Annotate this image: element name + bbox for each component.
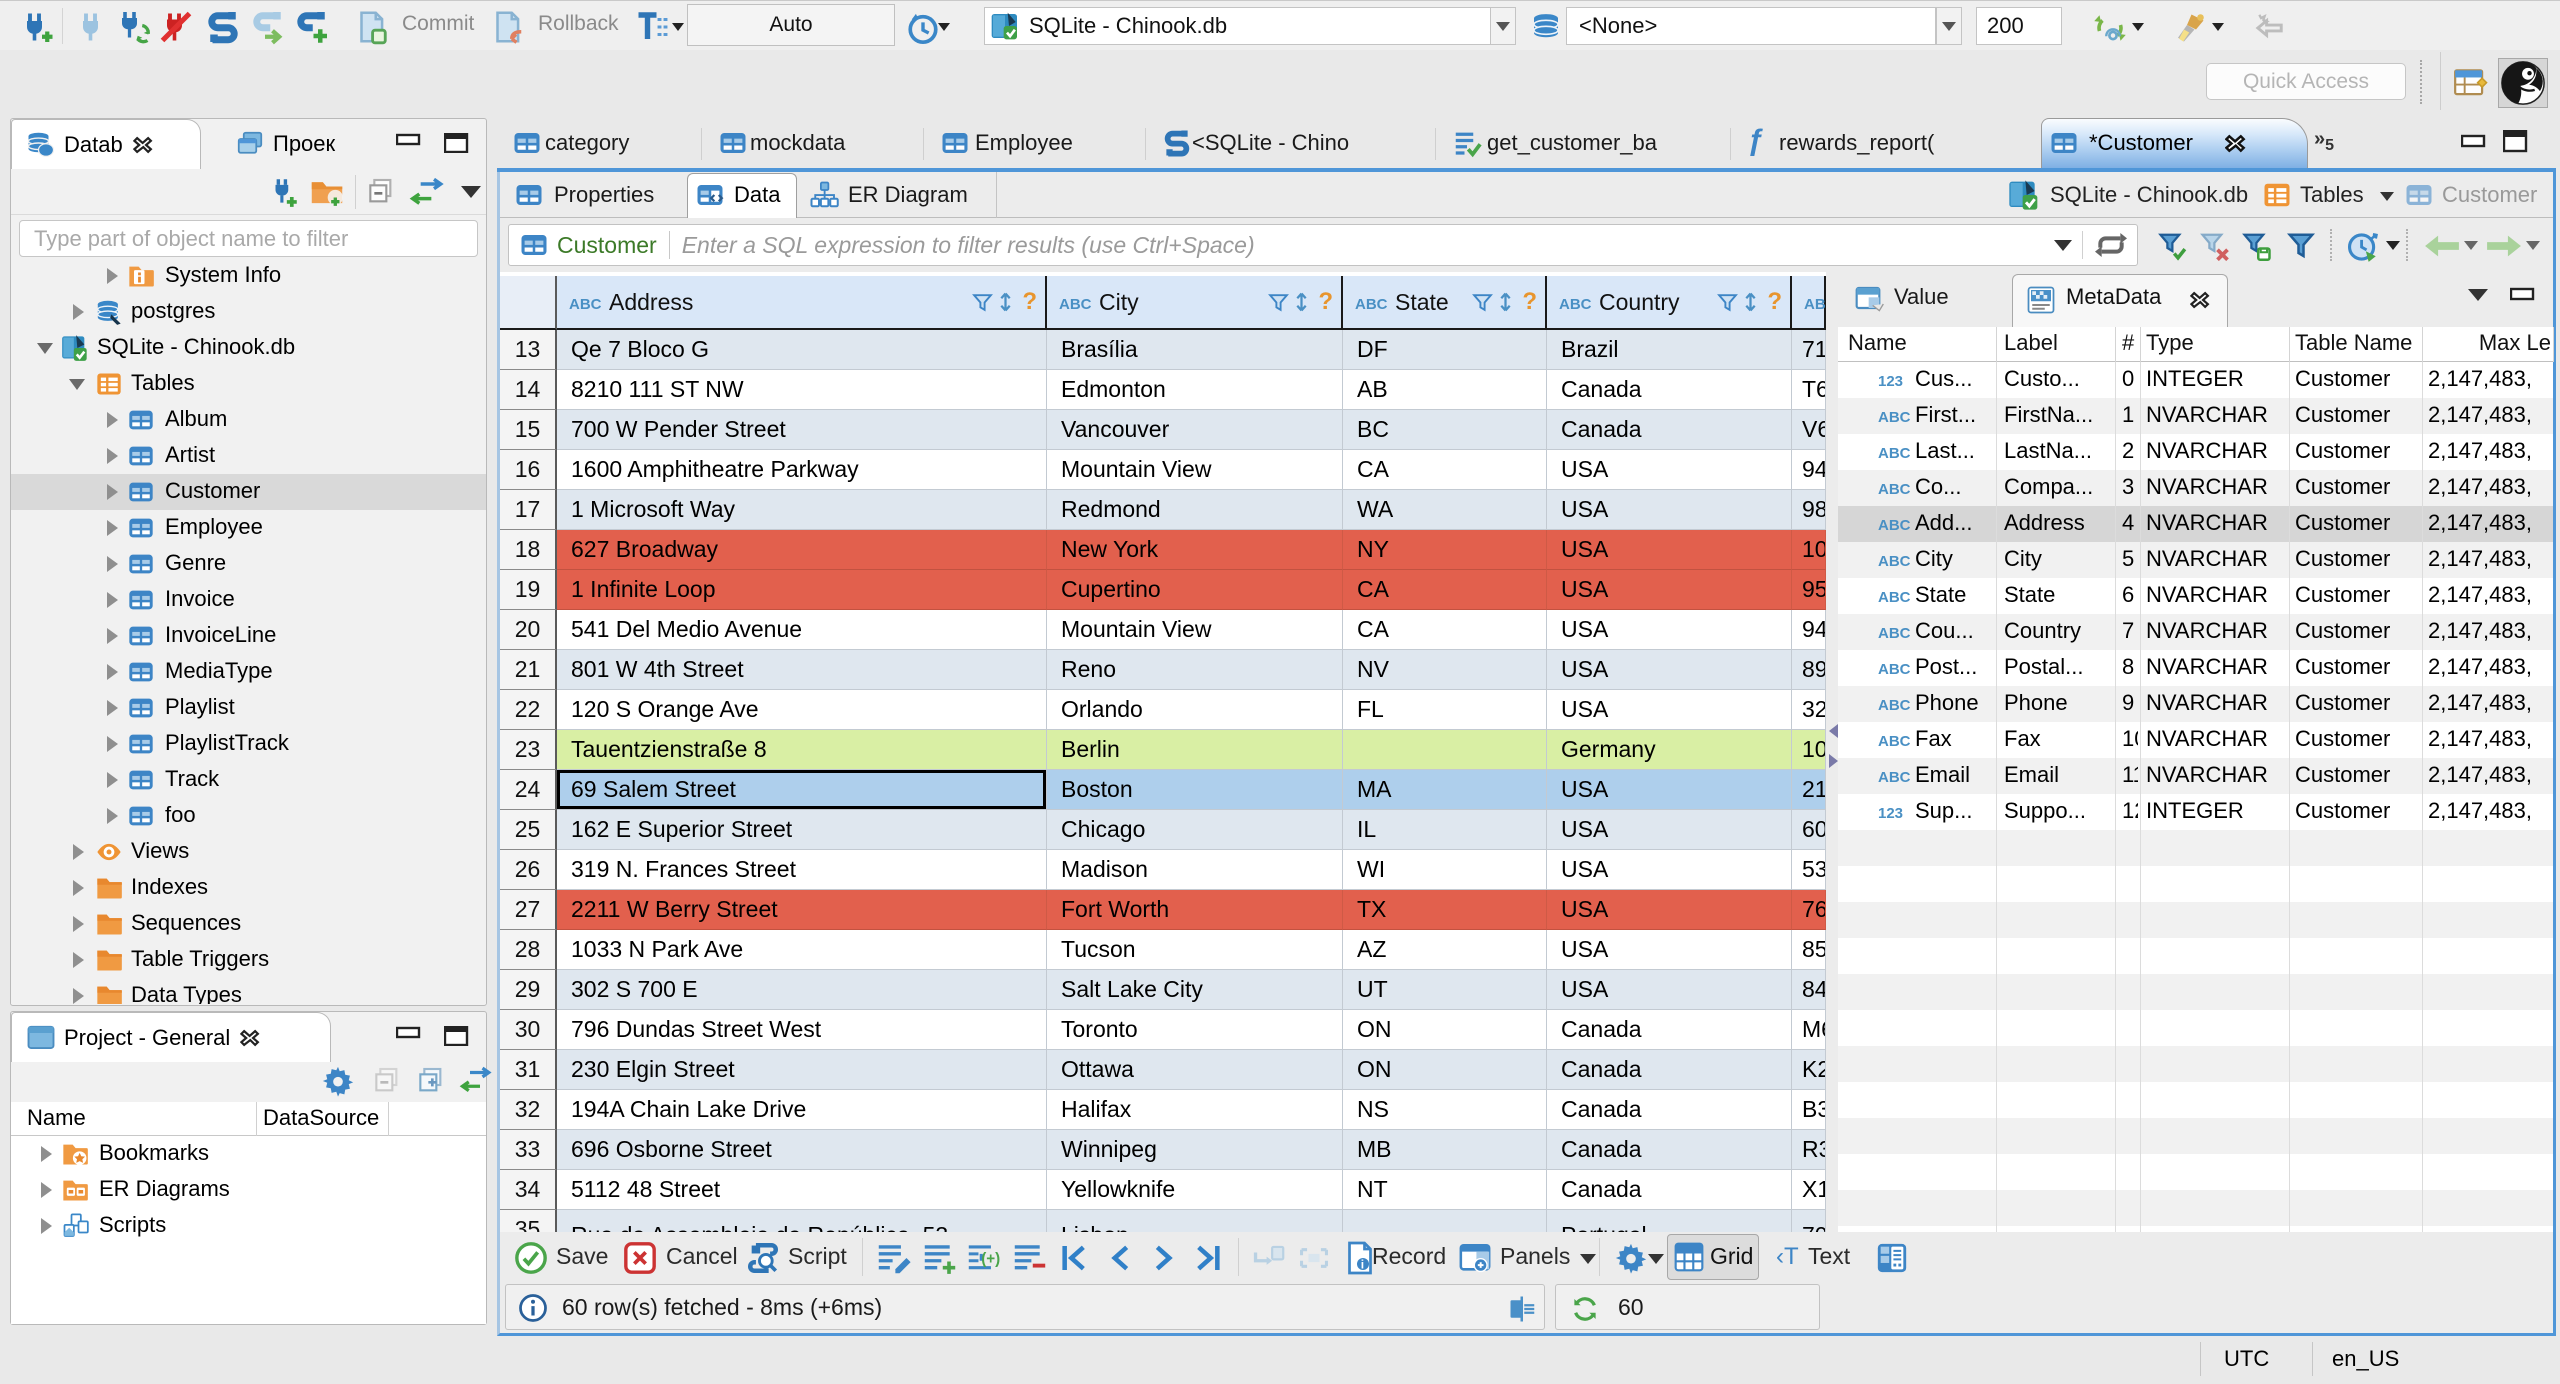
svg-text:i: i — [1361, 1258, 1364, 1272]
svg-text:(+): (+) — [981, 1251, 1000, 1268]
